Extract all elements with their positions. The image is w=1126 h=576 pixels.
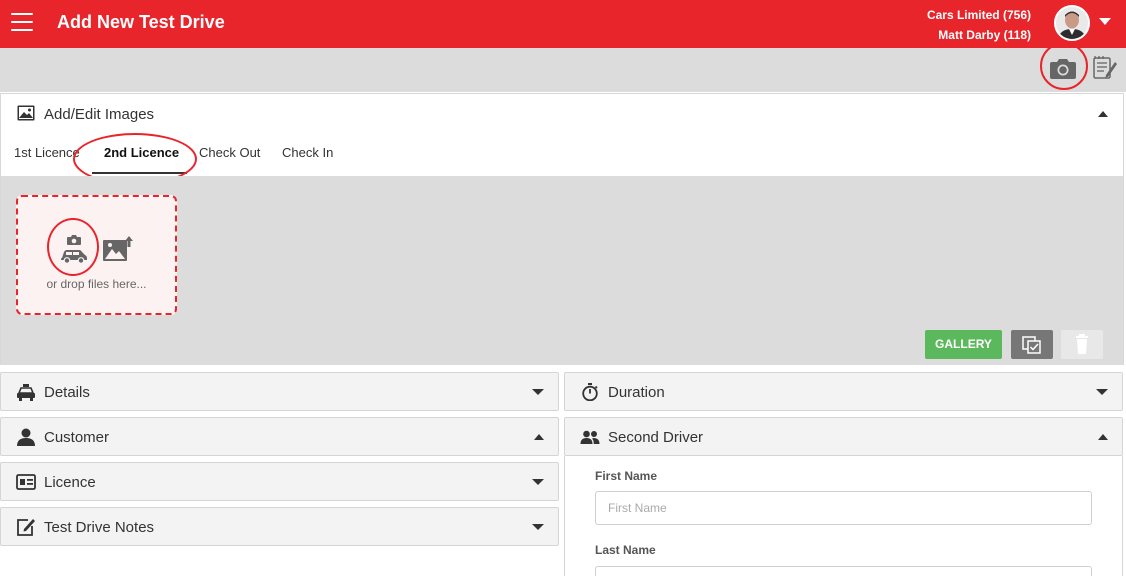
second-driver-label: Second Driver — [608, 429, 704, 446]
user-info: Cars Limited (756) Matt Darby (118) — [927, 5, 1031, 45]
image-icon — [17, 105, 35, 121]
image-drop-area: or drop files here... GALLERY — [1, 176, 1123, 365]
user-name: Matt Darby (118) — [938, 28, 1031, 42]
expand-icon — [532, 389, 544, 395]
page-title: Add New Test Drive — [57, 12, 225, 32]
images-panel-header[interactable]: Add/Edit Images — [1, 94, 1123, 134]
select-all-icon — [1022, 336, 1041, 354]
upload-image-icon[interactable] — [102, 235, 134, 263]
last-name-label: Last Name — [595, 543, 656, 557]
user-menu-caret-icon[interactable] — [1099, 18, 1111, 25]
collapse-icon — [534, 434, 544, 440]
image-tabs: 1st Licence 2nd Licence Check Out Check … — [1, 133, 1123, 185]
images-panel: Add/Edit Images 1st Licence 2nd Licence … — [0, 93, 1124, 365]
expand-icon — [532, 524, 544, 530]
taxi-icon — [17, 384, 35, 401]
collapse-icon[interactable] — [1098, 111, 1108, 117]
menu-icon[interactable] — [11, 13, 33, 33]
duration-section[interactable]: Duration — [564, 372, 1123, 411]
dropzone-text: or drop files here... — [46, 277, 147, 291]
first-name-field[interactable] — [595, 491, 1092, 525]
tab-check-out[interactable]: Check Out — [199, 145, 260, 160]
people-icon — [580, 430, 600, 444]
licence-label: Licence — [44, 474, 96, 491]
delete-button[interactable] — [1061, 330, 1103, 359]
tab-2nd-licence[interactable]: 2nd Licence — [104, 145, 179, 160]
details-section[interactable]: Details — [0, 372, 559, 411]
last-name-field[interactable] — [595, 566, 1092, 576]
customer-label: Customer — [44, 429, 110, 446]
car-camera-icon[interactable] — [58, 231, 88, 265]
collapse-icon — [1098, 434, 1108, 440]
person-icon — [17, 428, 35, 446]
avatar[interactable] — [1054, 5, 1090, 41]
stopwatch-icon — [582, 383, 598, 401]
test-drive-notes-label: Test Drive Notes — [44, 519, 155, 536]
active-tab-indicator — [92, 172, 187, 174]
images-panel-title: Add/Edit Images — [44, 106, 155, 123]
trash-icon — [1076, 334, 1088, 354]
toolbar — [0, 42, 1126, 92]
camera-icon[interactable] — [1049, 55, 1077, 81]
details-label: Details — [44, 384, 90, 401]
file-dropzone[interactable]: or drop files here... — [16, 195, 177, 315]
top-bar: Add New Test Drive Cars Limited (756) Ma… — [0, 0, 1126, 48]
id-card-icon — [16, 474, 36, 490]
test-drive-notes-section[interactable]: Test Drive Notes — [0, 507, 559, 546]
duration-label: Duration — [608, 384, 665, 401]
expand-icon — [1096, 389, 1108, 395]
company-name: Cars Limited (756) — [926, 8, 1031, 22]
first-name-label: First Name — [595, 469, 658, 483]
expand-icon — [532, 479, 544, 485]
edit-note-icon — [17, 519, 35, 536]
licence-section[interactable]: Licence — [0, 462, 559, 501]
second-driver-form: First Name Last Name — [564, 456, 1123, 576]
gallery-button[interactable]: GALLERY — [925, 330, 1002, 359]
select-all-button[interactable] — [1011, 330, 1053, 359]
notes-icon[interactable] — [1092, 55, 1118, 81]
customer-section[interactable]: Customer — [0, 417, 559, 456]
second-driver-section[interactable]: Second Driver — [564, 417, 1123, 456]
tab-check-in[interactable]: Check In — [282, 145, 333, 160]
tab-1st-licence[interactable]: 1st Licence — [14, 145, 80, 160]
